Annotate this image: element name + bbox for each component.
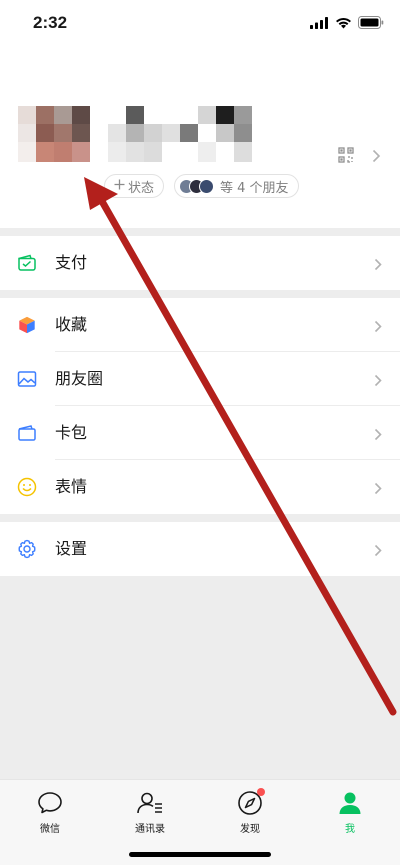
menu-item-cards[interactable]: 卡包 — [0, 406, 400, 460]
plus-icon — [114, 179, 125, 194]
person-icon — [315, 788, 385, 818]
status-icons — [310, 15, 384, 31]
tab-label-me: 我 — [345, 824, 355, 835]
chat-bubble-icon — [15, 788, 85, 818]
gear-icon — [17, 539, 37, 559]
smiley-sticker-icon — [17, 477, 37, 497]
tab-discover[interactable]: 发现 — [215, 788, 285, 835]
moments-photo-icon — [17, 369, 37, 389]
chevron-right-icon — [374, 318, 382, 337]
section-pay: 支付 — [0, 236, 400, 290]
status-time: 2:32 — [33, 13, 68, 32]
tab-me[interactable]: 我 — [315, 788, 385, 835]
chevron-right-icon — [374, 256, 382, 275]
chevron-right-icon — [374, 426, 382, 445]
status-label: 状态 — [128, 180, 155, 196]
qr-code-icon[interactable] — [338, 147, 354, 167]
home-indicator — [129, 852, 271, 857]
menu-label-moments: 朋友圈 — [55, 369, 104, 388]
profile-chevron-right-icon[interactable] — [372, 148, 381, 167]
favorites-cube-icon — [17, 315, 37, 335]
battery-icon — [358, 14, 384, 33]
tab-label-chats: 微信 — [40, 824, 60, 835]
nickname-pixelated — [108, 106, 258, 162]
section-settings: 设置 — [0, 522, 400, 576]
menu-label-pay: 支付 — [55, 253, 88, 272]
section-features: 收藏 朋友圈 卡包 表情 — [0, 298, 400, 514]
chevron-right-icon — [374, 480, 382, 499]
menu-label-favorites: 收藏 — [55, 315, 88, 334]
tab-chats[interactable]: 微信 — [15, 788, 85, 835]
status-bar: 2:32 — [0, 0, 400, 48]
tab-label-discover: 发现 — [240, 824, 260, 835]
menu-item-settings[interactable]: 设置 — [0, 522, 400, 576]
chevron-right-icon — [374, 372, 382, 391]
avatar[interactable] — [18, 106, 90, 162]
friends-label: 等 4 个朋友 — [220, 180, 289, 196]
tab-contacts[interactable]: 通讯录 — [115, 788, 185, 835]
wifi-icon — [335, 14, 352, 33]
menu-item-stickers[interactable]: 表情 — [0, 460, 400, 514]
chevron-right-icon — [374, 542, 382, 561]
notification-dot — [257, 788, 265, 796]
friends-status-chip[interactable]: 等 4 个朋友 — [174, 174, 299, 198]
card-wallet-icon — [17, 423, 37, 443]
add-status-button[interactable]: 状态 — [104, 174, 165, 198]
menu-label-stickers: 表情 — [55, 477, 88, 496]
menu-label-cards: 卡包 — [55, 423, 88, 442]
contacts-icon — [115, 788, 185, 818]
friend-avatars — [179, 178, 214, 194]
menu-item-favorites[interactable]: 收藏 — [0, 298, 400, 352]
menu-item-pay[interactable]: 支付 — [0, 236, 400, 290]
profile-header[interactable]: 状态 等 4 个朋友 — [0, 48, 400, 228]
compass-icon — [215, 788, 285, 818]
tab-label-contacts: 通讯录 — [135, 824, 165, 835]
menu-label-settings: 设置 — [55, 539, 88, 558]
pay-icon — [17, 253, 37, 273]
menu-item-moments[interactable]: 朋友圈 — [0, 352, 400, 406]
cellular-signal-icon — [310, 14, 329, 33]
